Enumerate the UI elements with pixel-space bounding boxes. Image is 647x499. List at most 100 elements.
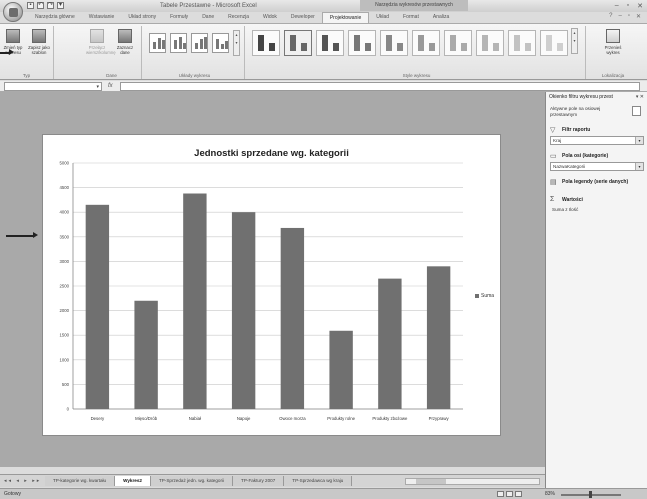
zoom-slider[interactable] (561, 491, 621, 498)
ribbon: Zmień typ wykresu Zapisz jako szablon Ty… (0, 23, 647, 80)
formula-input[interactable] (120, 82, 640, 91)
fx-icon[interactable]: fx (108, 83, 113, 89)
field-list-icon[interactable] (632, 106, 641, 116)
status-text: Gotowy (4, 491, 21, 497)
horizontal-scrollbar[interactable] (405, 478, 540, 485)
tab-data[interactable]: Dane (195, 12, 221, 23)
chart-style-9[interactable] (508, 30, 536, 56)
chevron-down-icon[interactable]: ▾ (635, 163, 643, 170)
ribbon-minimize-icon[interactable]: – (618, 13, 621, 20)
chart-style-2[interactable] (284, 30, 312, 56)
chevron-down-icon[interactable]: ▾ (635, 137, 643, 144)
report-filter-dropdown[interactable]: Kraj ▾ (550, 136, 644, 145)
chart-layout-1[interactable] (149, 33, 166, 53)
save-as-template-button[interactable]: Zapisz jako szablon (28, 29, 50, 55)
select-data-icon (118, 29, 132, 43)
tab-formulas[interactable]: Formuły (163, 12, 195, 23)
sheet-nav-buttons[interactable]: ◂◂ ◂ ▸ ▸▸ (4, 478, 41, 484)
customize-qat-icon[interactable]: ▾ (57, 2, 64, 9)
pane-controls[interactable]: ▾ ✕ (636, 94, 644, 100)
move-chart-button[interactable]: Przenieś wykres (600, 29, 626, 55)
office-button[interactable] (3, 2, 23, 22)
ribbon-restore-icon[interactable]: ▫ (628, 13, 630, 20)
tab-home[interactable]: Narzędzia główne (28, 12, 82, 23)
context-tools-title: Narzędzia wykresów przestawnych (360, 0, 468, 11)
x-tick-label: Nabiał (189, 416, 201, 421)
page-layout-view-icon[interactable] (506, 491, 513, 497)
layouts-more-button[interactable]: ▴ ▾ (233, 30, 240, 56)
tab-layout[interactable]: Układ (369, 12, 396, 23)
values-field[interactable]: Suma z Ilość (552, 207, 578, 212)
redo-icon[interactable]: ↷ (47, 2, 54, 9)
x-tick-label: Napoje (237, 416, 251, 421)
close-button[interactable]: ✕ (637, 2, 643, 10)
y-tick-label: 1000 (59, 357, 69, 362)
sheet-tab-sprzedawca-kraj[interactable]: TP-Sprzedawca wg kraju (284, 476, 353, 486)
zoom-level[interactable]: 83% (545, 491, 555, 497)
axis-fields-dropdown[interactable]: NazwaKategorii ▾ (550, 162, 644, 171)
bar[interactable] (426, 266, 451, 409)
bar[interactable] (134, 300, 158, 409)
scrollbar-thumb[interactable] (416, 479, 446, 484)
undo-icon[interactable]: ↶ (37, 2, 44, 9)
quick-access-toolbar: ▪ ↶ ↷ ▾ (27, 2, 64, 9)
bar[interactable] (378, 278, 402, 409)
tab-design[interactable]: Projektowanie (321, 12, 370, 23)
switch-row-column-button[interactable]: Przełącz wiersz/kolumnę (86, 29, 116, 55)
sheet-tab-wykres2[interactable]: Wykres2 (115, 476, 151, 486)
chart-layout-4[interactable] (212, 33, 229, 53)
chart-style-6[interactable] (412, 30, 440, 56)
chart-style-8[interactable] (476, 30, 504, 56)
legend-label: Suma (481, 293, 495, 299)
sheet-tab-kategorie-kwartal[interactable]: TP-kategorie wg. kwartału (45, 476, 116, 486)
chart-style-3[interactable] (316, 30, 344, 56)
tab-analyze[interactable]: Analiza (426, 12, 456, 23)
formula-bar: ▾ fx (0, 81, 647, 92)
window-title: Tabele Przestawne - Microsoft Excel (160, 3, 257, 9)
styles-more-button[interactable]: ▴ ▾ (571, 28, 578, 54)
chart-style-10[interactable] (540, 30, 568, 56)
chart-style-4[interactable] (348, 30, 376, 56)
chart-layout-2[interactable] (170, 33, 187, 53)
tab-insert[interactable]: Wstawianie (82, 12, 122, 23)
chart-style-1[interactable] (252, 30, 280, 56)
tab-view[interactable]: Widok (256, 12, 284, 23)
annotation-arrow-ribbon (0, 49, 14, 55)
tab-developer[interactable]: Deweloper (284, 12, 322, 23)
help-icon[interactable]: ? (609, 13, 612, 20)
bar[interactable] (85, 204, 110, 409)
switch-row-column-icon (90, 29, 104, 43)
maximize-button[interactable]: ▫ (627, 2, 629, 10)
values-section: Σ Wartości (550, 196, 583, 203)
chart-style-5[interactable] (380, 30, 408, 56)
bar[interactable] (280, 227, 305, 409)
chart-style-7[interactable] (444, 30, 472, 56)
chart-area[interactable]: Jednostki sprzedane wg. kategorii 0 500 10… (42, 134, 501, 436)
zoom-slider-thumb[interactable] (589, 491, 592, 498)
page-break-view-icon[interactable] (515, 491, 522, 497)
sheet-tab-sprzedaz-kategorii[interactable]: TP-Sprzedaż jedn. wg. kategorii (150, 476, 234, 486)
name-box[interactable]: ▾ (4, 82, 102, 91)
pane-title: Okienko filtru wykresu przest (549, 94, 613, 100)
y-tick-label: 1500 (59, 333, 69, 338)
tab-page-layout[interactable]: Układ strony (121, 12, 163, 23)
bar[interactable] (231, 212, 256, 409)
minimize-button[interactable]: – (615, 2, 619, 10)
save-icon[interactable]: ▪ (27, 2, 34, 9)
y-tick-label: 3500 (59, 234, 69, 239)
tab-review[interactable]: Recenzja (221, 12, 256, 23)
bar[interactable] (329, 330, 353, 409)
ribbon-close-icon[interactable]: ✕ (636, 13, 641, 20)
x-tick-label: Owoce morza (279, 416, 306, 421)
select-data-button[interactable]: Zaznacz dane (114, 29, 136, 55)
sheet-tab-faktury-2007[interactable]: TP-Faktury 2007 (233, 476, 285, 486)
chart-layout-3[interactable] (191, 33, 208, 53)
normal-view-icon[interactable] (497, 491, 504, 497)
bar[interactable] (183, 193, 207, 409)
chart-legend[interactable]: Suma (475, 293, 494, 299)
axis-icon: ▭ (550, 153, 557, 160)
name-box-dropdown-icon[interactable]: ▾ (96, 84, 99, 90)
y-tick-label: 2000 (59, 308, 69, 313)
tab-format[interactable]: Format (396, 12, 426, 23)
chart-type-icon (6, 29, 20, 43)
